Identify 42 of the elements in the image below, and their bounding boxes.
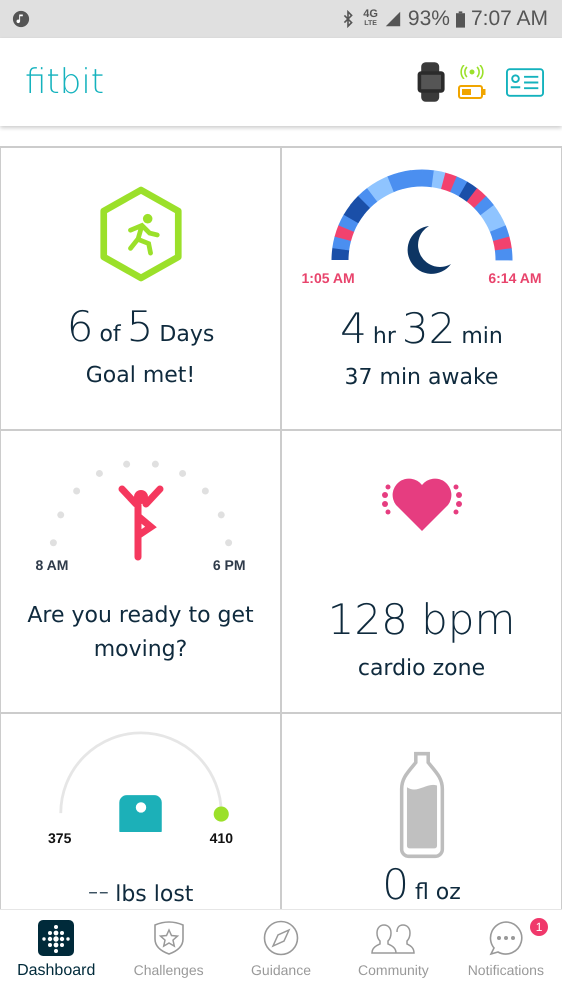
sync-signal-icon — [460, 65, 484, 79]
dot-grid-app-icon — [38, 920, 74, 956]
sleep-caption: 37 min awake — [344, 364, 498, 392]
dashboard-tile[interactable]: 8 AM 6 PM Are you ready to get moving? — [1, 431, 280, 712]
start-weight: 375 — [48, 830, 72, 846]
end-hour: 6 PM — [212, 557, 246, 573]
stretching-figure-icon — [118, 486, 163, 560]
scale-icon — [118, 795, 162, 832]
nav-tab[interactable]: 1 Notifications — [450, 910, 562, 999]
sleep-value: 4 hr 32 min — [340, 304, 503, 353]
goal-weight: 410 — [210, 830, 233, 846]
device-battery-icon — [458, 85, 486, 99]
dashboard-tile[interactable]: 128 bpm cardio zone — [282, 431, 561, 712]
dashboard-tile[interactable]: 1:05 AM 6:14 AM 4 hr 32 min 37 min awake — [282, 148, 561, 429]
dashboard-tile[interactable]: 375 410 -- lbs lost — [1, 714, 280, 909]
weight-value: -- lbs lost — [88, 874, 194, 909]
dashboard-tile[interactable]: 0 fl oz — [282, 714, 561, 909]
moon-icon — [407, 226, 450, 274]
sleep-start-time: 1:05 AM — [302, 270, 355, 286]
exercise-value: 6 of 5 Days — [66, 302, 214, 351]
hourly-caption: Are you ready to get moving? — [26, 602, 255, 664]
compass-icon — [263, 920, 300, 956]
notification-badge: 1 — [530, 918, 548, 936]
current-weight-dot — [213, 806, 228, 822]
app-logo: fitbit — [25, 62, 104, 102]
battery-icon — [456, 10, 465, 28]
chat-bubble-icon — [488, 920, 524, 956]
signal-icon — [384, 10, 402, 28]
profile-card-icon[interactable] — [506, 68, 544, 96]
dashboard-tile[interactable]: 6 of 5 Days Goal met! — [1, 148, 280, 429]
battery-percent: 93% — [408, 7, 450, 31]
exercise-caption: Goal met! — [86, 362, 196, 390]
clock: 7:07 AM — [470, 7, 548, 31]
nav-tab[interactable]: Dashboard — [0, 910, 112, 999]
heart-caption: cardio zone — [358, 655, 486, 683]
start-hour: 8 AM — [36, 557, 68, 573]
water-value: 0 fl oz — [382, 860, 461, 909]
heart-value: 128 bpm — [328, 595, 516, 644]
running-hexagon-icon — [98, 186, 184, 282]
sleep-end-time: 6:14 AM — [488, 270, 542, 286]
music-note-icon — [12, 10, 30, 28]
water-bottle-icon — [398, 750, 444, 860]
